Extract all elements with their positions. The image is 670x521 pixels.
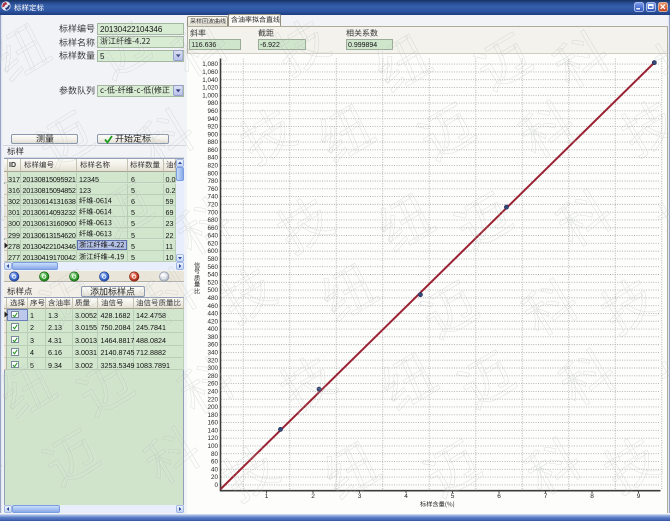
svg-text:940: 940 — [207, 116, 218, 123]
svg-text:500: 500 — [207, 287, 218, 294]
svg-text:480: 480 — [207, 295, 218, 302]
svg-text:1,040: 1,040 — [202, 77, 218, 84]
svg-text:8: 8 — [590, 493, 594, 500]
svg-text:860: 860 — [207, 147, 218, 154]
svg-text:980: 980 — [207, 100, 218, 107]
svg-text:140: 140 — [207, 427, 218, 434]
svg-text:400: 400 — [207, 326, 218, 333]
svg-text:80: 80 — [211, 451, 219, 458]
svg-text:40: 40 — [211, 466, 219, 473]
svg-text:900: 900 — [207, 131, 218, 138]
svg-text:880: 880 — [207, 139, 218, 146]
svg-text:2: 2 — [311, 493, 315, 500]
svg-text:100: 100 — [207, 443, 218, 450]
svg-text:740: 740 — [207, 194, 218, 201]
svg-text:660: 660 — [207, 225, 218, 232]
svg-text:620: 620 — [207, 240, 218, 247]
svg-text:380: 380 — [207, 334, 218, 341]
svg-text:20: 20 — [211, 474, 219, 481]
svg-text:540: 540 — [207, 272, 218, 279]
svg-text:1,080: 1,080 — [202, 61, 218, 68]
svg-text:5: 5 — [451, 493, 455, 500]
svg-text:180: 180 — [207, 412, 218, 419]
svg-text:840: 840 — [207, 155, 218, 162]
svg-text:3: 3 — [358, 493, 362, 500]
svg-text:440: 440 — [207, 311, 218, 318]
svg-text:1: 1 — [265, 493, 269, 500]
svg-text:560: 560 — [207, 264, 218, 271]
svg-text:640: 640 — [207, 233, 218, 240]
svg-text:160: 160 — [207, 420, 218, 427]
svg-text:960: 960 — [207, 108, 218, 115]
svg-text:780: 780 — [207, 178, 218, 185]
svg-text:760: 760 — [207, 186, 218, 193]
svg-text:9: 9 — [637, 493, 641, 500]
svg-text:360: 360 — [207, 342, 218, 349]
svg-text:7: 7 — [544, 493, 548, 500]
svg-text:1,000: 1,000 — [202, 92, 218, 99]
svg-text:820: 820 — [207, 163, 218, 170]
svg-text:1,020: 1,020 — [202, 85, 218, 92]
svg-text:4: 4 — [404, 493, 408, 500]
svg-text:520: 520 — [207, 279, 218, 286]
svg-text:200: 200 — [207, 404, 218, 411]
svg-text:1,060: 1,060 — [202, 69, 218, 76]
svg-text:320: 320 — [207, 357, 218, 364]
svg-text:60: 60 — [211, 459, 219, 466]
svg-text:680: 680 — [207, 217, 218, 224]
svg-text:260: 260 — [207, 381, 218, 388]
svg-text:6: 6 — [497, 493, 501, 500]
svg-text:220: 220 — [207, 396, 218, 403]
svg-text:280: 280 — [207, 373, 218, 380]
svg-text:720: 720 — [207, 201, 218, 208]
svg-text:340: 340 — [207, 350, 218, 357]
svg-text:420: 420 — [207, 318, 218, 325]
svg-text:0: 0 — [214, 482, 218, 489]
svg-text:460: 460 — [207, 303, 218, 310]
svg-text:700: 700 — [207, 209, 218, 216]
svg-text:600: 600 — [207, 248, 218, 255]
svg-text:240: 240 — [207, 388, 218, 395]
svg-text:580: 580 — [207, 256, 218, 263]
svg-text:800: 800 — [207, 170, 218, 177]
svg-text:300: 300 — [207, 365, 218, 372]
svg-text:920: 920 — [207, 124, 218, 131]
svg-text:120: 120 — [207, 435, 218, 442]
